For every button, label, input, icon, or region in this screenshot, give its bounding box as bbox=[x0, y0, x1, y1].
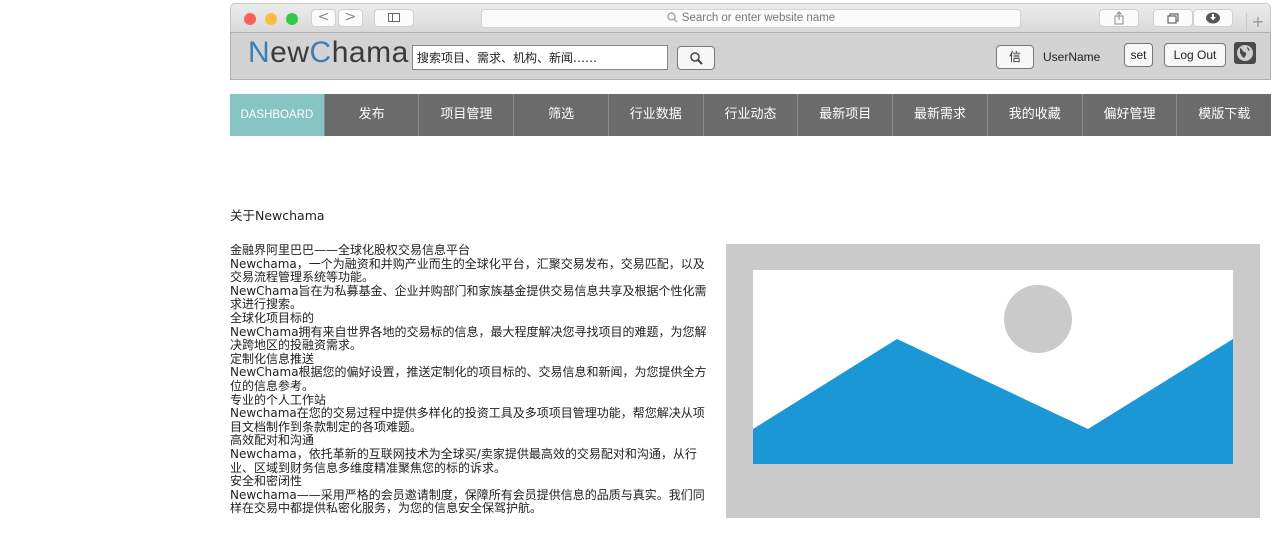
nav-item-dashboard[interactable]: DASHBOARD bbox=[230, 94, 325, 136]
image-placeholder-icon bbox=[753, 270, 1233, 464]
sidebar-icon bbox=[388, 13, 400, 22]
about-title: 关于Newchama bbox=[230, 208, 325, 223]
zoom-window-button[interactable] bbox=[286, 13, 298, 25]
intro-paragraph: Newchama，一个为融资和并购产业而生的全球化平台，汇聚交易发布，交易匹配，… bbox=[230, 256, 705, 285]
main-nav: DASHBOARD 发布 项目管理 筛选 行业数据 行业动态 最新项目 最新需求… bbox=[230, 94, 1271, 136]
logo-letter-c: C bbox=[309, 36, 332, 69]
nav-item-template-download[interactable]: 模版下载 bbox=[1177, 94, 1271, 136]
minimize-window-button[interactable] bbox=[265, 13, 277, 25]
nav-item-filter[interactable]: 筛选 bbox=[514, 94, 609, 136]
downloads-button[interactable] bbox=[1193, 9, 1233, 27]
chevron-left-icon: < bbox=[317, 9, 330, 25]
feature-heading: 安全和密闭性 bbox=[230, 474, 303, 489]
feature-heading: 全球化项目标的 bbox=[230, 310, 315, 325]
new-tab-button[interactable]: + bbox=[1246, 13, 1269, 31]
logo-text-hama: hama bbox=[331, 36, 409, 69]
image-placeholder bbox=[726, 244, 1260, 518]
messages-button[interactable]: 信 bbox=[996, 45, 1034, 69]
site-search-input[interactable] bbox=[412, 45, 668, 70]
feature-paragraph: Newchama——采用严格的会员邀请制度，保障所有会员提供信息的品质与真实。我… bbox=[230, 487, 705, 516]
close-window-button[interactable] bbox=[244, 13, 256, 25]
feature-heading: 高效配对和沟通 bbox=[230, 433, 315, 448]
nav-item-latest-projects[interactable]: 最新项目 bbox=[798, 94, 894, 136]
intro-paragraph: NewChama旨在为私募基金、企业并购部门和家族基金提供交易信息共享及根据个性… bbox=[230, 283, 707, 312]
logo-letter-n: N bbox=[248, 36, 271, 69]
search-icon bbox=[690, 52, 703, 65]
browser-toolbar: < > Search or enter website name + bbox=[230, 3, 1271, 32]
nav-item-favorites[interactable]: 我的收藏 bbox=[988, 94, 1083, 136]
nav-item-preferences[interactable]: 偏好管理 bbox=[1083, 94, 1178, 136]
search-icon bbox=[667, 12, 678, 23]
intro-text: 金融界阿里巴巴——全球化股权交易信息平台 Newchama，一个为融资和并购产业… bbox=[230, 243, 708, 516]
logo-text-ew: ew bbox=[270, 36, 310, 69]
back-button[interactable]: < bbox=[311, 9, 336, 27]
chevron-right-icon: > bbox=[344, 9, 357, 25]
tabs-icon bbox=[1167, 13, 1179, 24]
show-tabs-button[interactable] bbox=[1153, 9, 1193, 27]
site-search-button[interactable] bbox=[677, 46, 715, 70]
globe-icon bbox=[1237, 45, 1253, 61]
download-icon bbox=[1206, 12, 1220, 24]
nav-item-latest-demands[interactable]: 最新需求 bbox=[893, 94, 988, 136]
username-label: UserName bbox=[1043, 50, 1101, 64]
settings-button[interactable]: set bbox=[1124, 43, 1153, 67]
site-header: NewChama 信 UserName set Log Out bbox=[230, 32, 1271, 80]
forward-button[interactable]: > bbox=[338, 9, 363, 27]
share-button[interactable] bbox=[1099, 9, 1139, 27]
logo[interactable]: NewChama bbox=[248, 36, 409, 70]
share-icon bbox=[1114, 11, 1124, 25]
nav-item-project-management[interactable]: 项目管理 bbox=[419, 94, 515, 136]
intro-heading: 金融界阿里巴巴——全球化股权交易信息平台 bbox=[230, 243, 471, 257]
feature-paragraph: NewChama拥有来自世界各地的交易标的信息，最大程度解决您寻找项目的难题，为… bbox=[230, 324, 707, 353]
plus-icon: + bbox=[1251, 12, 1265, 31]
nav-item-industry-data[interactable]: 行业数据 bbox=[609, 94, 704, 136]
feature-paragraph: NewChama根据您的偏好设置，推送定制化的项目标的、交易信息和新闻，为您提供… bbox=[230, 365, 707, 393]
sidebar-toggle-button[interactable] bbox=[374, 9, 414, 27]
address-placeholder: Search or enter website name bbox=[681, 12, 836, 24]
address-bar[interactable]: Search or enter website name bbox=[481, 9, 1021, 28]
feature-paragraph: Newchama，依托革新的互联网技术为全球买/卖家提供最高效的交易配对和沟通，… bbox=[230, 446, 697, 475]
nav-item-publish[interactable]: 发布 bbox=[325, 94, 420, 136]
feature-paragraph: Newchama在您的交易过程中提供多样化的投资工具及多项项目管理功能，帮您解决… bbox=[230, 406, 705, 434]
language-button[interactable] bbox=[1234, 42, 1256, 64]
logout-button[interactable]: Log Out bbox=[1164, 43, 1226, 67]
nav-item-industry-news[interactable]: 行业动态 bbox=[704, 94, 799, 136]
